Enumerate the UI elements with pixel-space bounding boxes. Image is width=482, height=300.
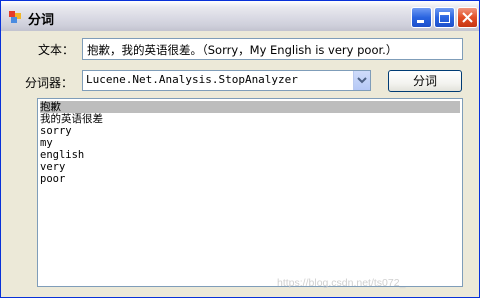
list-item[interactable]: poor xyxy=(40,173,65,185)
text-label: 文本： xyxy=(38,43,75,57)
result-listbox[interactable]: 抱歉 我的英语很差 sorry my english very poor xyxy=(37,98,463,287)
list-item[interactable]: very xyxy=(40,161,65,173)
chevron-down-icon xyxy=(357,77,367,84)
list-item[interactable]: english xyxy=(40,149,84,161)
maximize-icon xyxy=(439,12,450,23)
window-title: 分词 xyxy=(28,13,55,28)
minimize-icon xyxy=(417,20,424,23)
minimize-button[interactable] xyxy=(411,7,432,28)
app-icon xyxy=(9,11,21,23)
maximize-button[interactable] xyxy=(434,7,455,28)
close-icon xyxy=(462,12,473,23)
analyzer-label: 分词器： xyxy=(25,76,74,90)
list-item[interactable]: 我的英语很差 xyxy=(40,113,103,125)
analyzer-select[interactable]: Lucene.Net.Analysis.StopAnalyzer xyxy=(82,70,371,91)
list-item[interactable]: my xyxy=(40,137,53,149)
list-item[interactable]: sorry xyxy=(40,125,72,137)
dropdown-button[interactable] xyxy=(353,71,370,90)
analyzer-select-value: Lucene.Net.Analysis.StopAnalyzer xyxy=(86,73,298,86)
title-bar[interactable]: 分词 xyxy=(1,1,479,31)
main-window: 分词 文本： 抱歉，我的英语很差。（Sorry，My English is ve… xyxy=(0,0,480,298)
watermark-text: https://blog.csdn.net/ts072_ xyxy=(277,277,406,289)
segment-button[interactable]: 分词 xyxy=(388,70,462,92)
close-button[interactable] xyxy=(457,7,478,28)
text-input[interactable]: 抱歉，我的英语很差。（Sorry，My English is very poor… xyxy=(82,38,463,60)
list-item[interactable]: 抱歉 xyxy=(40,101,460,113)
